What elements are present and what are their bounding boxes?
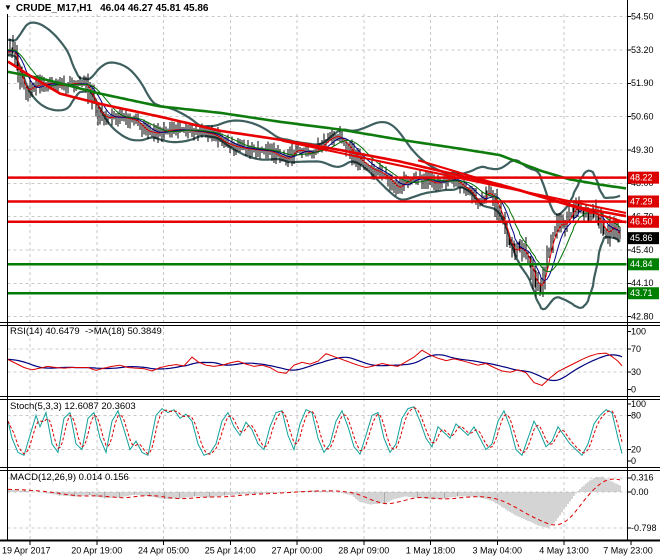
price-badge-label: 44.84 xyxy=(630,259,653,269)
price-tick-label: 53.20 xyxy=(631,45,654,55)
time-tick-label: 24 Apr 05:00 xyxy=(138,545,189,555)
rsi-tick-label: 0 xyxy=(631,384,636,394)
time-tick-label: 4 May 13:00 xyxy=(539,545,589,555)
rsi-ma-line xyxy=(7,354,623,382)
macd-tick-label: 0.00 xyxy=(631,487,649,497)
rsi-indicator-label: RSI(14) 40.6479 ->MA(18) 50.3849 xyxy=(10,326,162,337)
panel-separators xyxy=(0,0,660,542)
time-tick-label: 19 Apr 2017 xyxy=(2,545,51,555)
rsi-tick-label: 100 xyxy=(631,327,646,337)
macd-tick-label: -0.798 xyxy=(631,523,657,533)
price-panel xyxy=(7,21,627,311)
stoch-tick-label: 80 xyxy=(631,410,641,420)
rsi-tick-label: 30 xyxy=(631,367,641,377)
macd-tick-label: 0.316 xyxy=(631,473,654,483)
rsi-tick-label: 70 xyxy=(631,344,641,354)
price-badge-label: 45.86 xyxy=(630,233,653,243)
price-tick-label: 45.40 xyxy=(631,245,654,255)
trendline-2[interactable] xyxy=(417,159,627,224)
price-tick-label: 42.80 xyxy=(631,311,654,321)
stoch-tick-label: 100 xyxy=(631,399,646,409)
price-tick-label: 50.60 xyxy=(631,112,654,122)
ma-thick-green xyxy=(7,70,627,190)
price-tick-label: 49.30 xyxy=(631,145,654,155)
time-tick-label: 1 May 18:00 xyxy=(406,545,456,555)
chart-title-bar: ▼ CRUDE_M17,H1 46.04 46.27 45.81 45.86 xyxy=(4,2,209,14)
time-tick-label: 25 Apr 14:00 xyxy=(205,545,256,555)
rsi-panel xyxy=(7,349,623,387)
price-badge-label: 46.50 xyxy=(630,217,653,227)
symbol-period-label: CRUDE_M17,H1 xyxy=(15,2,93,14)
price-tick-label: 44.10 xyxy=(631,278,654,288)
time-tick-label: 7 May 23:00 xyxy=(603,545,653,555)
stoch-indicator-label: Stoch(5,3,3) 12.6087 20.3603 xyxy=(10,401,136,412)
price-tick-label: 51.90 xyxy=(631,78,654,88)
stoch-d-line xyxy=(7,407,623,455)
price-badge-label: 43.71 xyxy=(630,288,653,298)
price-tick-label: 54.50 xyxy=(631,12,654,22)
price-badge-label: 48.22 xyxy=(630,173,653,183)
stoch-k-line xyxy=(7,406,623,457)
time-tick-label: 3 May 04:00 xyxy=(472,545,522,555)
price-badge-label: 47.29 xyxy=(630,196,653,206)
time-tick-label: 27 Apr 00:00 xyxy=(271,545,322,555)
macd-indicator-label: MACD(12,26,9) 0.014 0.156 xyxy=(10,472,129,483)
stoch-panel xyxy=(7,406,623,457)
macd-histogram xyxy=(7,476,621,528)
time-tick-label: 28 Apr 09:00 xyxy=(338,545,389,555)
macd-panel xyxy=(7,476,621,528)
stoch-tick-label: 20 xyxy=(631,444,641,454)
time-tick-label: 20 Apr 19:00 xyxy=(71,545,122,555)
trading-chart-window: ▼ CRUDE_M17,H1 46.04 46.27 45.81 45.86 R… xyxy=(0,0,660,560)
symbol-dropdown-icon[interactable]: ▼ xyxy=(4,3,12,12)
ohlc-values: 46.04 46.27 45.81 45.86 xyxy=(100,2,209,14)
stoch-tick-label: 0 xyxy=(631,456,636,466)
